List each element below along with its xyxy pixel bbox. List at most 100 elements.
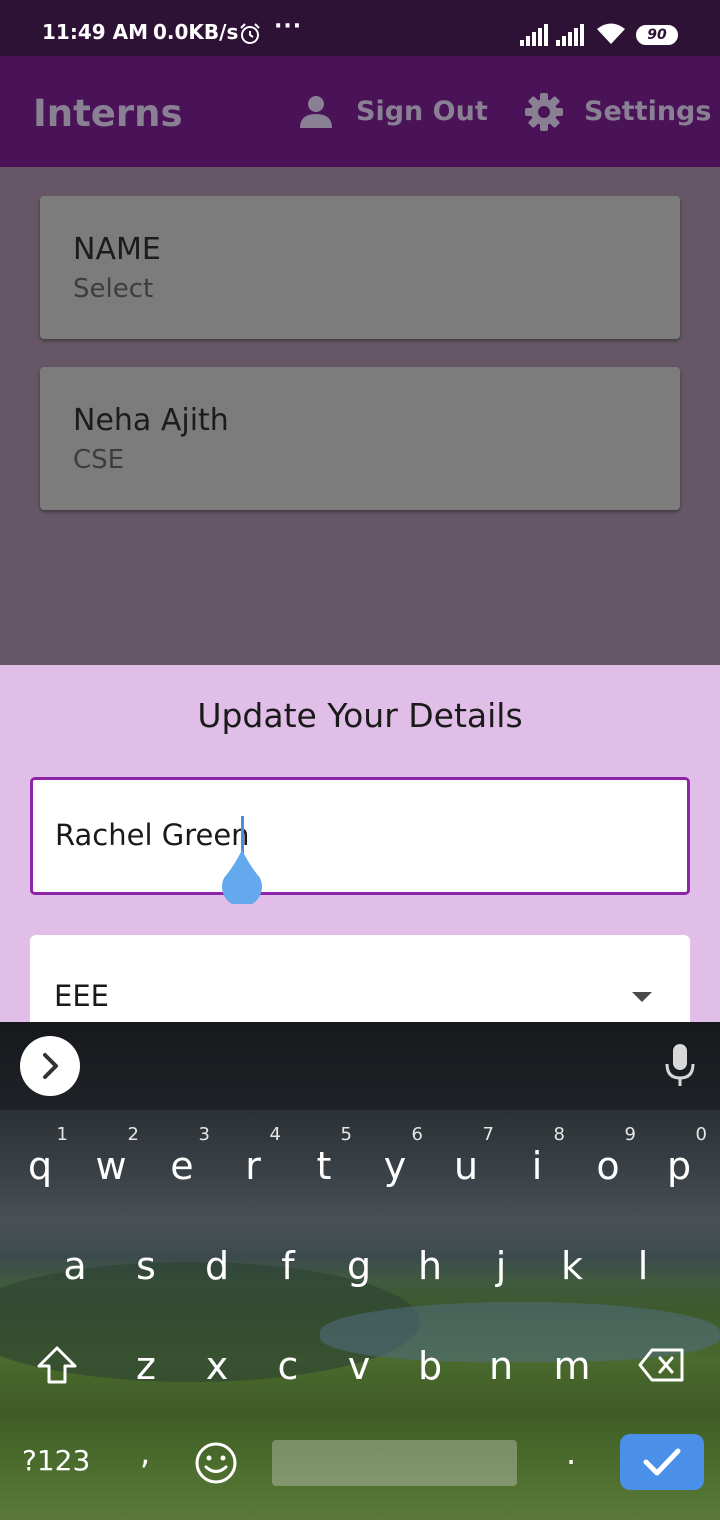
microphone-icon[interactable] <box>664 1044 696 1088</box>
card-title: NAME <box>73 232 161 267</box>
period-key[interactable]: . <box>566 1434 576 1472</box>
sheet-title: Update Your Details <box>197 696 523 735</box>
key-x[interactable]: x <box>187 1322 247 1402</box>
key-q[interactable]: 1q <box>10 1122 70 1202</box>
app-bar: Interns Sign Out Settings <box>0 56 720 167</box>
key-label: l <box>637 1244 649 1288</box>
key-label: s <box>136 1244 156 1288</box>
key-n[interactable]: n <box>471 1322 531 1402</box>
department-dropdown[interactable]: EEE <box>30 935 690 1035</box>
cursor-handle[interactable] <box>220 848 264 904</box>
key-h[interactable]: h <box>400 1222 460 1302</box>
symbols-key[interactable]: ?123 <box>22 1444 90 1477</box>
key-label: t <box>316 1144 332 1188</box>
key-s[interactable]: s <box>116 1222 176 1302</box>
intern-list: NAME Select Neha Ajith CSE <box>0 167 720 665</box>
key-f[interactable]: f <box>258 1222 318 1302</box>
key-label: h <box>417 1244 443 1288</box>
key-label: m <box>553 1344 591 1388</box>
more-notifications-icon: ··· <box>274 14 303 39</box>
key-y[interactable]: 6y <box>365 1122 425 1202</box>
key-k[interactable]: k <box>542 1222 602 1302</box>
settings-button[interactable]: Settings <box>524 92 711 132</box>
keyboard-expand-button[interactable] <box>20 1036 80 1096</box>
key-label: u <box>453 1144 479 1188</box>
backspace-icon[interactable] <box>638 1348 684 1382</box>
key-z[interactable]: z <box>116 1322 176 1402</box>
alarm-icon <box>240 23 260 44</box>
battery-icon: 90 <box>636 25 678 45</box>
key-label: z <box>136 1344 156 1388</box>
chevron-right-icon <box>43 1053 58 1079</box>
person-icon <box>300 96 332 128</box>
department-value: EEE <box>54 979 109 1013</box>
key-b[interactable]: b <box>400 1322 460 1402</box>
key-t[interactable]: 5t <box>294 1122 354 1202</box>
shift-icon[interactable] <box>36 1344 78 1386</box>
key-hint: 8 <box>553 1124 565 1145</box>
key-u[interactable]: 7u <box>436 1122 496 1202</box>
key-r[interactable]: 4r <box>223 1122 283 1202</box>
key-label: y <box>383 1144 407 1188</box>
list-card[interactable]: Neha Ajith CSE <box>40 367 680 510</box>
key-label: f <box>281 1244 295 1288</box>
keyboard-toolbar <box>0 1022 720 1110</box>
key-label: b <box>417 1344 443 1388</box>
enter-key[interactable] <box>620 1434 704 1490</box>
key-m[interactable]: m <box>542 1322 602 1402</box>
key-j[interactable]: j <box>471 1222 531 1302</box>
key-label: e <box>170 1144 194 1188</box>
key-e[interactable]: 3e <box>152 1122 212 1202</box>
sign-out-button[interactable]: Sign Out <box>298 92 488 132</box>
key-label: x <box>205 1344 229 1388</box>
key-hint: 2 <box>127 1124 139 1145</box>
status-time: 11:49 AM <box>42 20 149 44</box>
key-label: a <box>63 1244 87 1288</box>
key-label: n <box>488 1344 514 1388</box>
wifi-icon <box>597 23 625 44</box>
list-card[interactable]: NAME Select <box>40 196 680 339</box>
key-v[interactable]: v <box>329 1322 389 1402</box>
emoji-icon[interactable] <box>193 1440 239 1486</box>
key-label: v <box>347 1344 371 1388</box>
key-hint: 4 <box>269 1124 281 1145</box>
key-hint: 3 <box>198 1124 210 1145</box>
key-label: o <box>596 1144 620 1188</box>
soft-keyboard: 1q 2w 3e 4r 5t 6y 7u 8i 9o 0p a s d f g … <box>0 1022 720 1520</box>
update-details-sheet: Update Your Details Rachel Green EEE <box>0 665 720 1035</box>
key-g[interactable]: g <box>329 1222 389 1302</box>
key-label: w <box>95 1144 127 1188</box>
key-d[interactable]: d <box>187 1222 247 1302</box>
check-icon <box>643 1448 681 1476</box>
name-input[interactable]: Rachel Green <box>30 777 690 895</box>
card-subtitle: CSE <box>73 445 125 475</box>
key-label: p <box>666 1144 692 1188</box>
app-title: Interns <box>33 92 183 135</box>
name-input-value: Rachel Green <box>55 818 250 852</box>
key-label: c <box>277 1344 299 1388</box>
key-hint: 5 <box>340 1124 352 1145</box>
key-hint: 7 <box>482 1124 494 1145</box>
key-p[interactable]: 0p <box>649 1122 709 1202</box>
key-l[interactable]: l <box>613 1222 673 1302</box>
key-o[interactable]: 9o <box>578 1122 638 1202</box>
gear-icon <box>525 93 563 131</box>
space-key[interactable] <box>272 1440 517 1486</box>
key-label: k <box>560 1244 583 1288</box>
comma-key[interactable]: , <box>140 1434 150 1472</box>
card-title: Neha Ajith <box>73 403 229 438</box>
key-a[interactable]: a <box>45 1222 105 1302</box>
key-hint: 6 <box>411 1124 423 1145</box>
key-c[interactable]: c <box>258 1322 318 1402</box>
sign-out-label: Sign Out <box>356 96 488 127</box>
key-i[interactable]: 8i <box>507 1122 567 1202</box>
key-w[interactable]: 2w <box>81 1122 141 1202</box>
key-label: q <box>27 1144 53 1188</box>
key-label: d <box>204 1244 230 1288</box>
settings-label: Settings <box>584 96 712 127</box>
key-label: j <box>495 1244 507 1288</box>
status-bar: 11:49 AM 0.0KB/s ··· 90 <box>0 0 720 56</box>
key-label: i <box>531 1144 543 1188</box>
status-network-speed: 0.0KB/s <box>153 20 239 44</box>
battery-level: 90 <box>647 27 667 43</box>
